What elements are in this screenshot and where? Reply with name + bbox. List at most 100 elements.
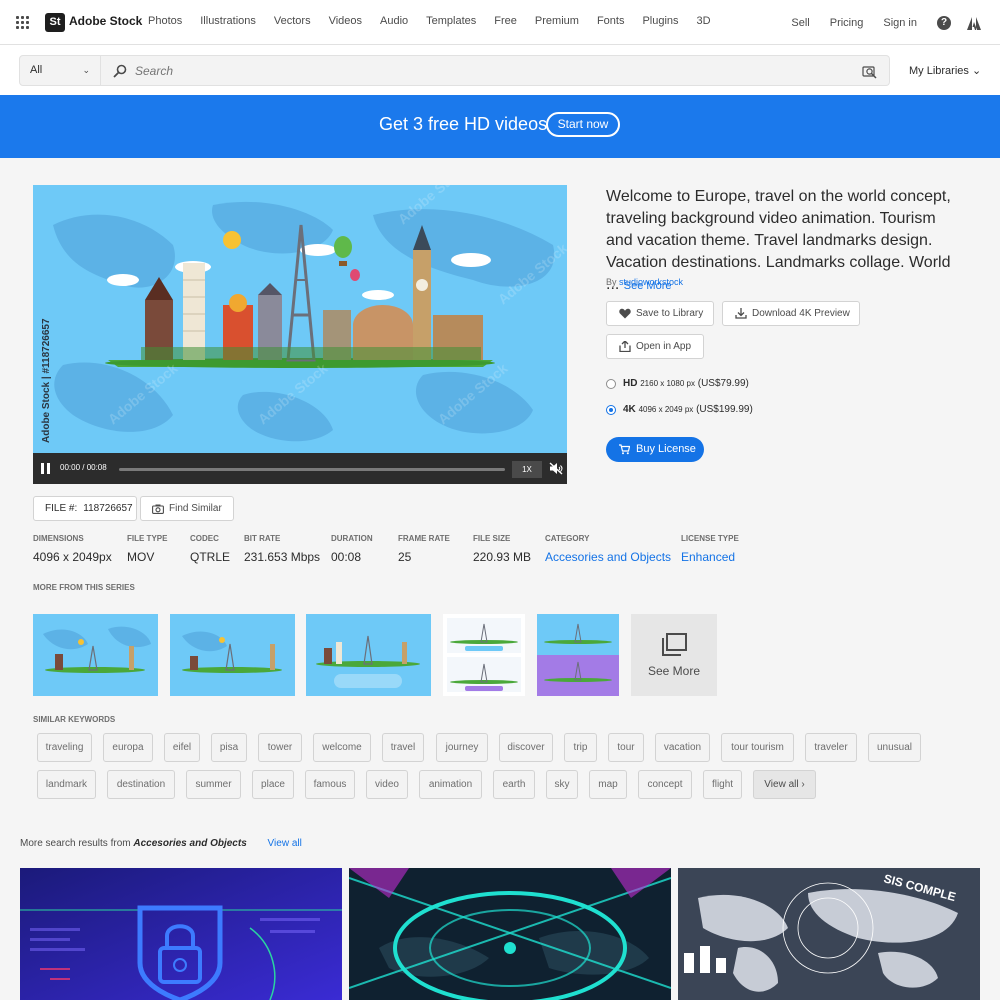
my-libraries-menu[interactable]: My Libraries ⌄	[909, 64, 981, 77]
keyword-chip[interactable]: unusual	[868, 733, 921, 762]
keyword-chip[interactable]: travel	[382, 733, 424, 762]
nav-link-photos[interactable]: Photos	[148, 15, 182, 27]
keyword-chip[interactable]: animation	[419, 770, 482, 799]
series-thumbnail[interactable]	[443, 614, 525, 696]
pause-icon[interactable]	[41, 463, 50, 474]
spec-value: 25	[398, 550, 412, 564]
keyword-chip[interactable]: tour tourism	[721, 733, 794, 762]
find-similar-label: Find Similar	[169, 503, 222, 514]
keyword-chip[interactable]: vacation	[655, 733, 710, 762]
thumbnail-image	[443, 614, 525, 696]
keyword-chip[interactable]: traveling	[37, 733, 92, 762]
see-more-label: See More	[647, 664, 701, 678]
download-preview-button[interactable]: Download 4K Preview	[722, 301, 860, 326]
start-now-button[interactable]: Start now	[546, 112, 620, 137]
adobe-stock-logo[interactable]: St	[45, 13, 65, 32]
keyword-chip[interactable]: journey	[436, 733, 488, 762]
nav-link-vectors[interactable]: Vectors	[274, 15, 311, 27]
nav-link-free[interactable]: Free	[494, 15, 517, 27]
keyword-chip[interactable]: destination	[107, 770, 175, 799]
progress-bar[interactable]	[119, 468, 505, 471]
keyword-chip[interactable]: map	[589, 770, 627, 799]
keyword-chip[interactable]: tower	[258, 733, 302, 762]
download-icon	[735, 308, 747, 319]
series-see-more-tile[interactable]: See More	[631, 614, 717, 696]
sell-link[interactable]: Sell	[791, 17, 809, 29]
radio-4k[interactable]	[606, 405, 616, 415]
series-thumbnail[interactable]	[170, 614, 295, 696]
radio-hd[interactable]	[606, 379, 616, 389]
result-thumbnail[interactable]	[349, 868, 671, 1000]
search-input[interactable]	[135, 62, 835, 80]
nav-link-3d[interactable]: 3D	[697, 15, 711, 27]
keyword-chip[interactable]: earth	[493, 770, 535, 799]
keywords-view-all-button[interactable]: View all ›	[753, 770, 816, 799]
result-thumbnail[interactable]	[20, 868, 342, 1000]
keyword-chip[interactable]: place	[252, 770, 294, 799]
keyword-chip[interactable]: traveler	[805, 733, 857, 762]
category-link[interactable]: Accesories and Objects	[545, 550, 671, 564]
spec-value: 00:08	[331, 550, 362, 564]
help-icon[interactable]: ?	[937, 16, 951, 30]
spec-key: CATEGORY	[545, 534, 590, 543]
keyword-chip[interactable]: landmark	[37, 770, 96, 799]
video-player[interactable]: Adobe Stock Adobe Stock Adobe Stock Adob…	[33, 185, 567, 484]
keyword-chip[interactable]: concept	[638, 770, 692, 799]
adobe-icon[interactable]	[967, 16, 981, 30]
keyword-chip[interactable]: trip	[564, 733, 597, 762]
spec-key: LICENSE TYPE	[681, 534, 739, 543]
nav-link-videos[interactable]: Videos	[329, 15, 362, 27]
option-4k-name: 4K	[623, 404, 636, 415]
account-links: Sell Pricing Sign in ?	[791, 15, 1000, 31]
keyword-chip[interactable]: sky	[546, 770, 578, 799]
buy-license-button[interactable]: Buy License	[606, 437, 704, 462]
sign-in-link[interactable]: Sign in	[883, 17, 917, 29]
series-thumbnail[interactable]	[33, 614, 158, 696]
video-preview-frame: Adobe Stock Adobe Stock Adobe Stock Adob…	[33, 185, 567, 453]
app-grid-icon[interactable]	[16, 16, 29, 29]
pricing-link[interactable]: Pricing	[830, 17, 864, 29]
visual-search-icon[interactable]	[862, 64, 877, 79]
adobe-stock-wordmark[interactable]: Adobe Stock	[69, 14, 142, 28]
license-type-link[interactable]: Enhanced	[681, 550, 739, 564]
keyword-chip[interactable]: eifel	[164, 733, 200, 762]
muted-speaker-icon[interactable]	[549, 462, 563, 475]
spec-frame-rate: FRAME RATE 25	[398, 534, 450, 564]
search-scope-select[interactable]: All ⌄	[19, 55, 101, 86]
keyword-chip[interactable]: discover	[499, 733, 553, 762]
keyword-chip[interactable]: europa	[103, 733, 153, 762]
author-link[interactable]: studioworkstock	[619, 277, 683, 287]
keyword-chip[interactable]: summer	[186, 770, 241, 799]
find-similar-button[interactable]: Find Similar	[140, 496, 234, 521]
keyword-chip[interactable]: famous	[305, 770, 355, 799]
more-results-heading: More search results from Accesories and …	[20, 838, 302, 849]
keyword-chip[interactable]: video	[366, 770, 408, 799]
nav-link-fonts[interactable]: Fonts	[597, 15, 625, 27]
playback-time: 00:00 / 00:08	[60, 463, 107, 472]
save-to-library-button[interactable]: Save to Library	[606, 301, 714, 326]
open-in-app-button[interactable]: Open in App	[606, 334, 704, 359]
keyword-chip[interactable]: tour	[608, 733, 644, 762]
keyword-chip[interactable]: pisa	[211, 733, 247, 762]
nav-link-audio[interactable]: Audio	[380, 15, 408, 27]
result-thumbnail[interactable]: SIS COMPLE	[678, 868, 980, 1000]
series-thumbnail[interactable]	[537, 614, 619, 696]
nav-link-templates[interactable]: Templates	[426, 15, 476, 27]
thumbnail-image	[306, 614, 431, 696]
spec-category: CATEGORY Accesories and Objects	[545, 534, 671, 564]
keyword-chip[interactable]: flight	[703, 770, 742, 799]
nav-link-plugins[interactable]: Plugins	[642, 15, 678, 27]
save-to-library-label: Save to Library	[636, 308, 704, 319]
playback-speed-button[interactable]: 1X	[512, 461, 542, 478]
license-option-hd-text: HD 2160 x 1080 px (US$79.99)	[623, 378, 749, 389]
chevron-down-icon: ⌄	[971, 65, 982, 77]
nav-link-premium[interactable]: Premium	[535, 15, 579, 27]
nav-link-illustrations[interactable]: Illustrations	[200, 15, 256, 27]
option-4k-dims: 4096 x 2049 px	[638, 405, 694, 414]
series-thumbnail[interactable]	[306, 614, 431, 696]
spec-key: FILE SIZE	[473, 534, 511, 543]
keyword-chip[interactable]: welcome	[313, 733, 371, 762]
thumbnail-image	[170, 614, 295, 696]
file-number-value: 118726657	[83, 503, 133, 514]
more-results-view-all-link[interactable]: View all	[268, 838, 302, 849]
